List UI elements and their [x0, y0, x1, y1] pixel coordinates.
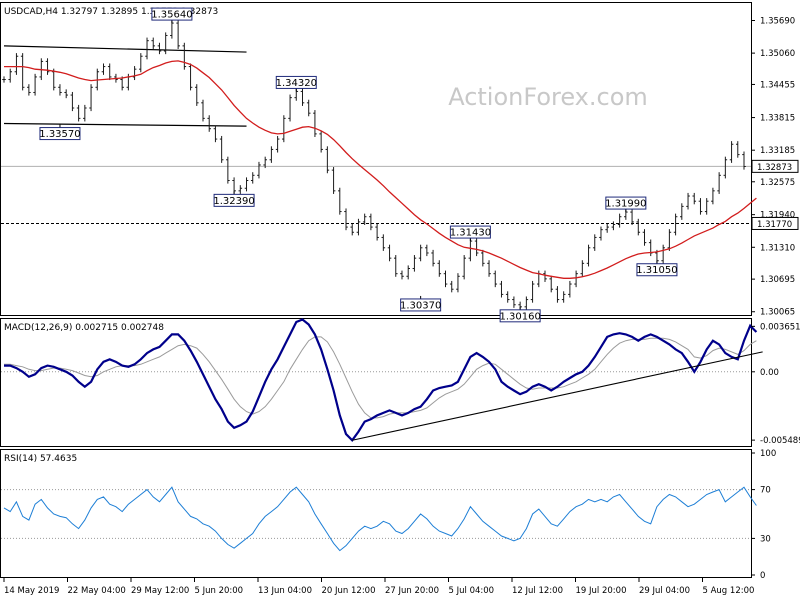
level-label: 1.30370 [400, 300, 441, 311]
price-ytick-label: 1.30065 [760, 308, 795, 318]
xtick-label: 14 May 2019 [4, 586, 59, 596]
rsi-ytick-label: 70 [760, 486, 771, 496]
rsi-ytick-label: 100 [760, 449, 776, 459]
price-ytick-label: 1.33815 [760, 114, 795, 124]
macd-ytick-label: 0.003651 [760, 322, 800, 332]
xtick-label: 29 May 12:00 [131, 586, 189, 596]
level-label: 1.32390 [213, 196, 254, 207]
level-label: 1.31430 [450, 228, 491, 239]
xtick-label: 22 May 04:00 [68, 586, 126, 596]
price-ytick-label: 1.35690 [760, 16, 795, 26]
rsi-pane-title: RSI(14) 57.4635 [4, 454, 77, 464]
level-label: 1.33570 [39, 129, 80, 140]
price-ytick-label: 1.35060 [760, 49, 795, 59]
level-label: 1.31050 [636, 265, 677, 276]
hline-price-label-0: 1.32873 [757, 163, 792, 173]
xtick-label: 5 Aug 12:00 [703, 586, 755, 596]
xtick-label: 19 Jul 20:00 [576, 586, 627, 596]
level-label: 1.30160 [499, 311, 540, 322]
level-label: 1.31990 [605, 199, 646, 210]
xtick-label: 29 Jul 04:00 [639, 586, 690, 596]
rsi-ytick-label: 0 [760, 571, 765, 581]
xtick-label: 5 Jul 04:00 [449, 586, 495, 596]
xtick-label: 5 Jun 20:00 [195, 586, 244, 596]
hline-price-label-1: 1.31770 [757, 220, 792, 230]
price-ytick-label: 1.30695 [760, 275, 795, 285]
level-label: 1.35640 [151, 10, 192, 21]
xtick-label: 27 Jun 20:00 [385, 586, 439, 596]
price-ytick-label: 1.31310 [760, 243, 795, 253]
xtick-label: 12 Jul 12:00 [512, 586, 563, 596]
watermark: ActionForex.com [448, 83, 648, 111]
macd-pane-title: MACD(12,26,9) 0.002715 0.002748 [4, 323, 164, 333]
price-ytick-label: 1.33185 [760, 146, 795, 156]
level-label: 1.34320 [276, 78, 317, 89]
xtick-label: 20 Jun 12:00 [322, 586, 376, 596]
macd-ytick-label: -0.005489 [760, 436, 800, 446]
usdcad-chart: ActionForex.com USDCAD,H4 1.32797 1.3289… [0, 0, 800, 600]
rsi-ytick-label: 30 [760, 534, 771, 544]
price-ytick-label: 1.31940 [760, 211, 795, 221]
macd-ytick-label: 0.00 [760, 368, 779, 378]
price-ytick-label: 1.32575 [760, 178, 795, 188]
price-ytick-label: 1.34455 [760, 80, 795, 90]
xtick-label: 13 Jun 04:00 [258, 586, 312, 596]
